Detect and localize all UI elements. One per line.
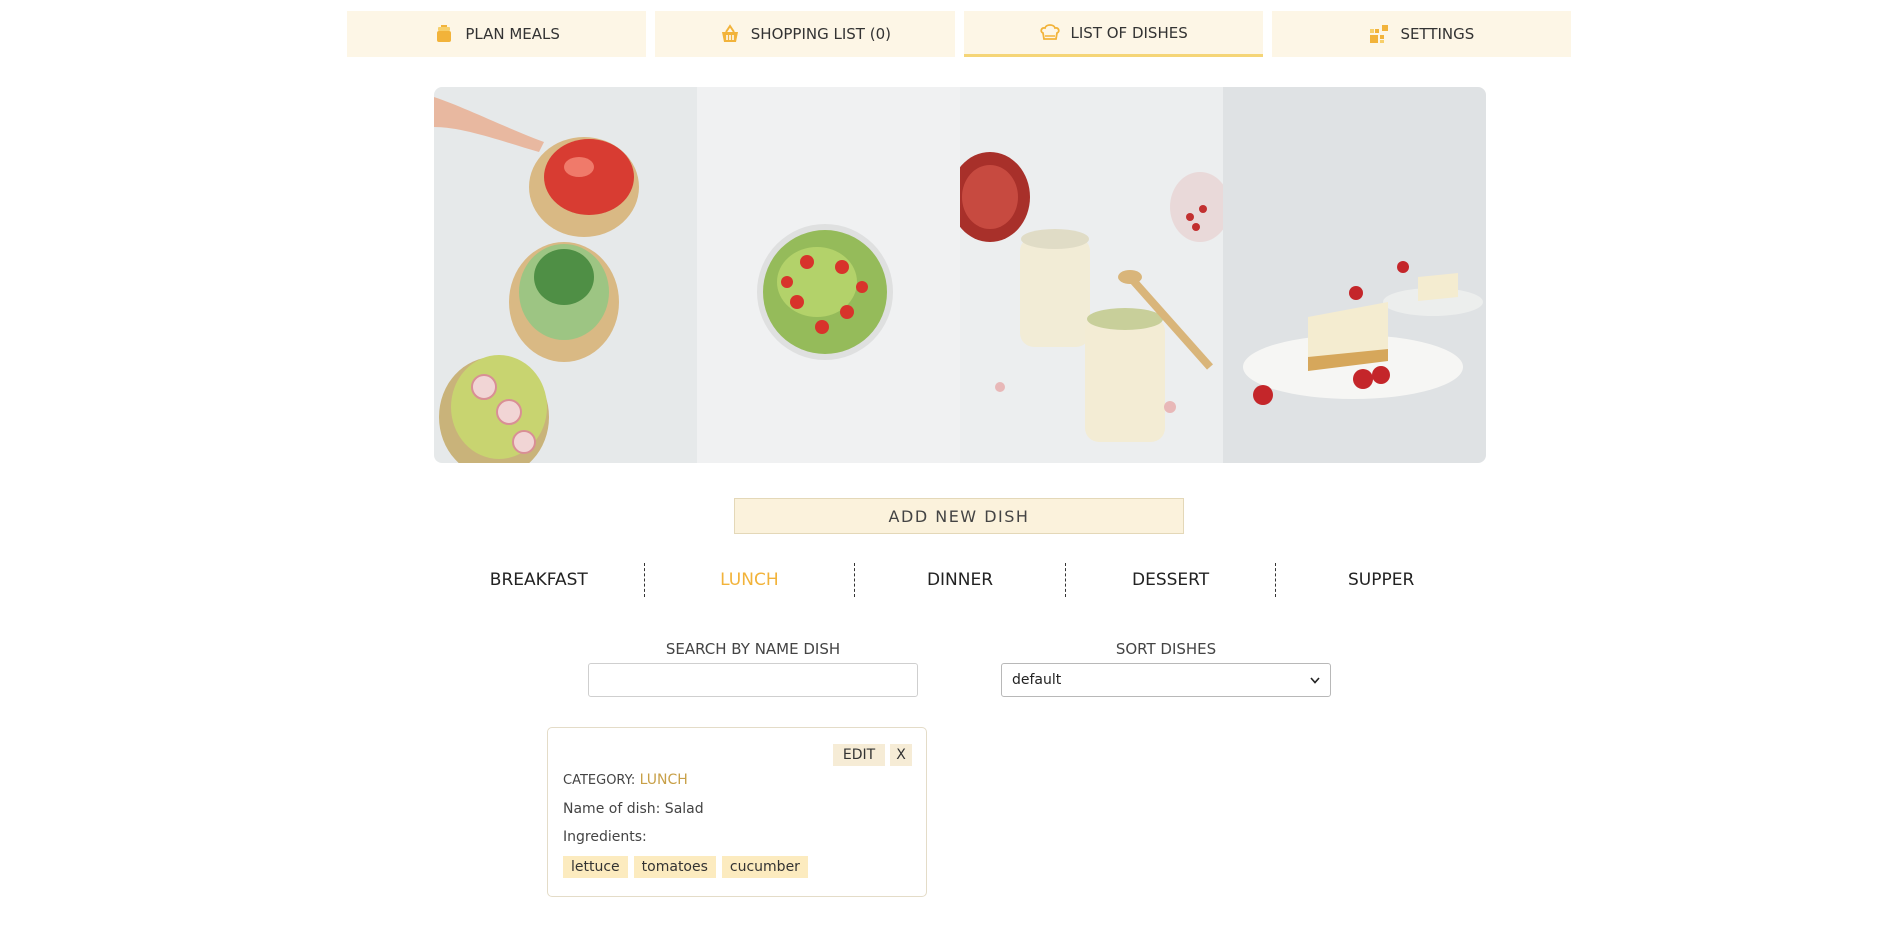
tab-label: SHOPPING LIST (0) bbox=[750, 25, 891, 43]
bruschetta-photo bbox=[434, 87, 697, 463]
tab-shopping-list[interactable]: SHOPPING LIST (0) bbox=[655, 11, 955, 57]
edit-dish-button[interactable]: EDIT bbox=[833, 744, 885, 766]
tab-list-of-dishes[interactable]: LIST OF DISHES bbox=[963, 11, 1263, 57]
category-value: LUNCH bbox=[639, 772, 688, 788]
sort-selected-value: default bbox=[1012, 672, 1062, 688]
category-label: CATEGORY: bbox=[563, 773, 636, 788]
tab-settings[interactable]: SETTINGS bbox=[1271, 11, 1571, 57]
main-navigation: PLAN MEALS SHOPPING LIST (0) LIST OF DIS… bbox=[347, 11, 1571, 57]
ingredient-chip: tomatoes bbox=[633, 856, 716, 878]
category-tab-breakfast[interactable]: BREAKFAST bbox=[434, 563, 644, 597]
delete-dish-button[interactable]: X bbox=[890, 744, 912, 766]
category-tab-dinner[interactable]: DINNER bbox=[854, 563, 1065, 597]
ingredient-chip: lettuce bbox=[563, 856, 628, 878]
hero-banner bbox=[434, 87, 1486, 463]
dish-category-line: CATEGORY: LUNCH bbox=[563, 772, 688, 788]
cheesecake-photo bbox=[1223, 87, 1486, 463]
search-input[interactable] bbox=[588, 663, 918, 697]
category-tab-supper[interactable]: SUPPER bbox=[1275, 563, 1486, 597]
basket-icon bbox=[721, 24, 738, 42]
yogurt-jars-photo bbox=[960, 87, 1223, 463]
dish-card: EDIT X CATEGORY: LUNCH Name of dish: Sal… bbox=[547, 727, 927, 897]
tab-label: LIST OF DISHES bbox=[1070, 23, 1188, 42]
category-tabs: BREAKFAST LUNCH DINNER DESSERT SUPPER bbox=[434, 563, 1486, 597]
ingredients-list: lettuce tomatoes cucumber bbox=[563, 856, 808, 878]
settings-icon bbox=[1370, 25, 1389, 43]
search-label: SEARCH BY NAME DISH bbox=[665, 640, 841, 658]
category-tab-lunch[interactable]: LUNCH bbox=[643, 563, 855, 597]
chef-hat-icon bbox=[1039, 23, 1060, 40]
sort-dishes-select[interactable]: default bbox=[1001, 663, 1331, 697]
chevron-down-icon bbox=[1310, 676, 1320, 684]
category-tab-dessert[interactable]: DESSERT bbox=[1064, 563, 1276, 597]
tab-label: PLAN MEALS bbox=[465, 25, 560, 43]
bowl-icon bbox=[437, 25, 452, 42]
ingredients-label: Ingredients: bbox=[563, 829, 647, 845]
tab-label: SETTINGS bbox=[1400, 25, 1475, 43]
tab-plan-meals[interactable]: PLAN MEALS bbox=[347, 11, 647, 57]
salad-bowl-photo bbox=[697, 87, 960, 463]
ingredient-chip: cucumber bbox=[721, 856, 808, 878]
add-new-dish-button[interactable]: ADD NEW DISH bbox=[734, 498, 1184, 534]
dish-name: Name of dish: Salad bbox=[563, 801, 704, 817]
sort-label: SORT DISHES bbox=[1115, 640, 1217, 658]
